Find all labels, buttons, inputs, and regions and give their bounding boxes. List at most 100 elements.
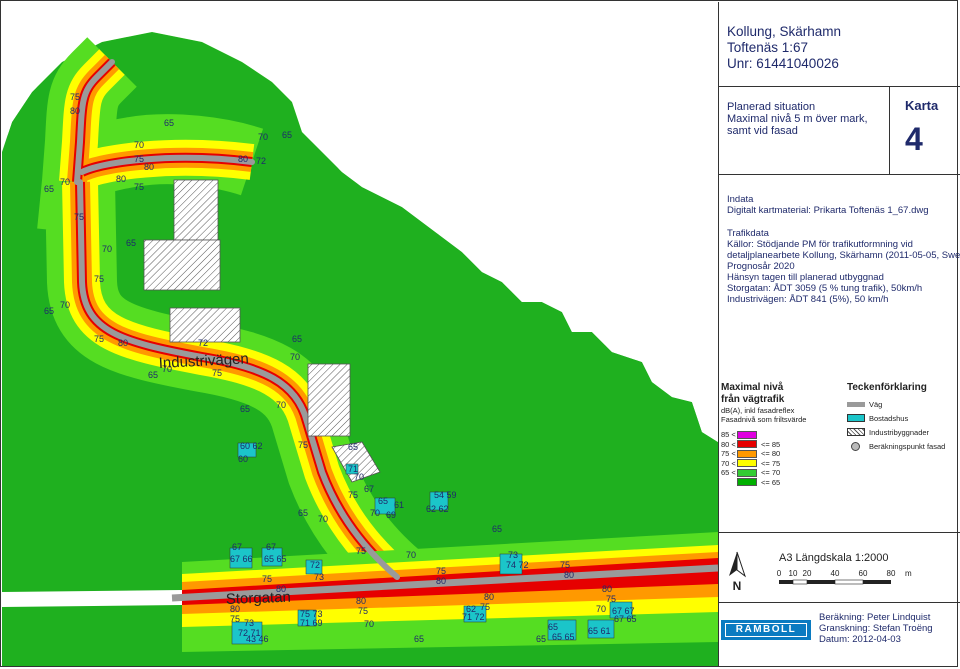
- company-logo: RAMBOLL: [721, 620, 811, 640]
- svg-text:65: 65: [44, 184, 54, 194]
- scale-tick-label: 20: [803, 569, 812, 578]
- svg-text:80: 80: [116, 174, 126, 184]
- svg-text:75: 75: [262, 574, 272, 584]
- noise-legend-lower: 65 <: [721, 468, 736, 477]
- noise-map: 75 80 65 70 75 80 80 75 70 65 80 72 65 70 75 70 …: [2, 2, 718, 666]
- svg-text:70: 70: [60, 177, 70, 187]
- house-symbol-icon: [847, 414, 865, 422]
- trafikdata-line-2: detaljplanearbete Kollung, Skärhamn (201…: [727, 250, 960, 261]
- situation-line-1: Planerad situation: [727, 101, 816, 113]
- svg-text:65 61: 65 61: [588, 626, 611, 636]
- svg-text:70: 70: [276, 400, 286, 410]
- property-name: Toftenäs 1:67: [727, 40, 809, 55]
- svg-text:65: 65: [548, 622, 558, 632]
- svg-text:75: 75: [134, 154, 144, 164]
- scale-tick-label: 40: [831, 569, 840, 578]
- svg-text:70: 70: [354, 472, 364, 482]
- scale-label: A3 Längdskala 1:2000: [779, 552, 889, 564]
- svg-text:43 46: 43 46: [246, 634, 269, 644]
- scale-bar: 0 10 20 40 60 80 m: [777, 569, 912, 585]
- divider: [719, 86, 960, 87]
- noise-legend-swatch: [737, 468, 757, 477]
- svg-text:65: 65: [492, 524, 502, 534]
- noise-legend-upper: <= 65: [761, 477, 781, 487]
- svg-text:70: 70: [60, 300, 70, 310]
- noise-legend-title-1: Maximal nivå: [721, 382, 784, 393]
- noise-legend-upper: <= 85: [761, 439, 781, 449]
- svg-text:75: 75: [94, 334, 104, 344]
- svg-text:75: 75: [74, 212, 84, 222]
- trafikdata-line-3: Prognosår 2020: [727, 261, 795, 272]
- scale-tick-label: 60: [859, 569, 868, 578]
- svg-text:72: 72: [310, 560, 320, 570]
- svg-text:80: 80: [484, 592, 494, 602]
- symbol-legend-title: Teckenförklaring: [847, 382, 927, 393]
- svg-text:70: 70: [364, 619, 374, 629]
- trafikdata-line-6: Industrivägen: ÅDT 841 (5%), 50 km/h: [727, 294, 889, 305]
- noise-legend-swatch: [737, 478, 757, 486]
- indata-title: Indata: [727, 194, 754, 205]
- noise-map-drawing: 7580 6570 7580 8075 70 65 80 72 6570 7570 …: [2, 2, 718, 666]
- svg-text:80: 80: [564, 570, 574, 580]
- info-panel: Kollung, Skärhamn Toftenäs 1:67 Unr: 614…: [718, 2, 960, 666]
- calc-credit: Beräkning: Peter Lindquist: [819, 612, 931, 623]
- svg-text:75: 75: [348, 490, 358, 500]
- svg-text:70: 70: [318, 514, 328, 524]
- noise-legend-sub-2: Fasadnivå som friltsvärde: [721, 415, 807, 424]
- svg-text:75: 75: [134, 182, 144, 192]
- svg-text:75: 75: [70, 92, 80, 102]
- svg-text:54 59: 54 59: [434, 490, 457, 500]
- svg-text:75: 75: [356, 546, 366, 556]
- noise-legend-lower: 70 <: [721, 458, 736, 468]
- trafikdata-line-5: Storgatan: ÅDT 3059 (5 % tung trafik), 5…: [727, 283, 923, 294]
- scale-unit-label: m: [905, 569, 912, 578]
- north-label: N: [733, 579, 742, 592]
- svg-text:65: 65: [282, 130, 292, 140]
- svg-text:75: 75: [560, 560, 570, 570]
- svg-text:80: 80: [356, 596, 366, 606]
- svg-text:70: 70: [134, 140, 144, 150]
- svg-text:75: 75: [230, 614, 240, 624]
- calc-point-symbol-icon: [851, 442, 860, 451]
- svg-text:65: 65: [348, 442, 358, 452]
- svg-text:67 66: 67 66: [230, 554, 253, 564]
- svg-text:65: 65: [292, 334, 302, 344]
- svg-text:71 72: 71 72: [462, 612, 485, 622]
- trafikdata-line-1: Källor: Stödjande PM för trafikutformnin…: [727, 239, 913, 250]
- svg-text:67: 67: [232, 542, 242, 552]
- svg-text:67 65: 67 65: [614, 614, 637, 624]
- svg-text:70: 70: [370, 508, 380, 518]
- svg-text:70: 70: [406, 550, 416, 560]
- svg-text:72: 72: [256, 156, 266, 166]
- svg-text:65: 65: [298, 508, 308, 518]
- divider: [719, 602, 960, 603]
- svg-text:61: 61: [394, 500, 404, 510]
- project-number: Unr: 61441040026: [727, 56, 839, 71]
- symbol-legend-label: Industribyggnader: [869, 428, 930, 437]
- svg-text:73: 73: [244, 618, 254, 628]
- svg-text:75: 75: [606, 594, 616, 604]
- north-arrow-icon: N: [729, 551, 746, 592]
- situation-line-2: Maximal nivå 5 m över mark,: [727, 113, 868, 125]
- noise-legend-upper: <= 70: [761, 468, 781, 477]
- svg-text:73: 73: [314, 572, 324, 582]
- svg-text:72: 72: [198, 338, 208, 348]
- svg-text:80: 80: [70, 106, 80, 116]
- situation-line-3: samt vid fasad: [727, 125, 798, 137]
- svg-text:67: 67: [266, 542, 276, 552]
- noise-legend-title-2: från vägtrafik: [721, 394, 785, 405]
- noise-legend-upper: <= 80: [761, 449, 781, 458]
- svg-text:65: 65: [414, 634, 424, 644]
- svg-text:65: 65: [240, 404, 250, 414]
- scale-tick-label: 80: [887, 569, 896, 578]
- svg-text:70: 70: [596, 604, 606, 614]
- svg-text:80: 80: [602, 584, 612, 594]
- map-number: 4: [905, 121, 923, 157]
- trafikdata-line-4: Hänsyn tagen till planerad utbyggnad: [727, 272, 884, 283]
- svg-text:80: 80: [238, 154, 248, 164]
- noise-legend-sub-1: dB(A), inkl fasadreflex: [721, 406, 795, 415]
- scale-tick-label: 0: [777, 569, 782, 578]
- svg-text:70: 70: [290, 352, 300, 362]
- noise-legend-lower: 80 <: [721, 439, 736, 449]
- symbol-legend-label: Beräkningspunkt fasad: [869, 442, 946, 451]
